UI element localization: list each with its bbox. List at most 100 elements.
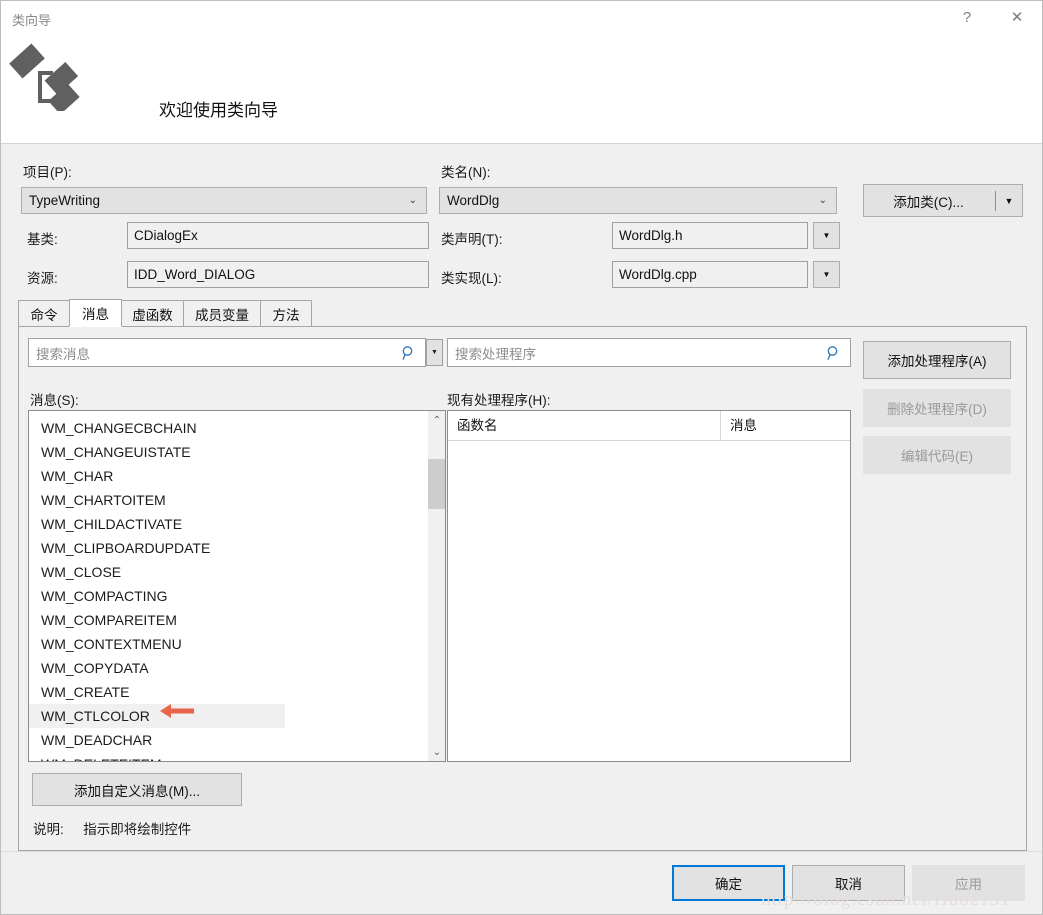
tab-label: 方法 [272,307,300,323]
column-header-message[interactable]: 消息 [720,411,850,440]
delete-handler-label: 删除处理程序(D) [887,402,987,417]
close-icon: ✕ [1010,9,1024,26]
delete-handler-button[interactable]: 删除处理程序(D) [863,389,1011,427]
add-handler-label: 添加处理程序(A) [887,354,987,369]
window-title: 类向导 [12,13,52,28]
class-name-value: WordDlg [447,193,500,208]
messages-list-items: WM_CHANGECBCHAIN WM_CHANGEUISTATE WM_CHA… [29,416,426,761]
apply-button[interactable]: 应用 [912,865,1025,901]
chevron-down-icon[interactable]: ▼ [996,196,1022,206]
scrollbar-thumb[interactable] [428,459,445,509]
class-implementation-dropdown[interactable]: ▼ [813,261,840,288]
tab-methods[interactable]: 方法 [260,300,312,327]
description-row: 说明: 指示即将绘制控件 [33,818,191,838]
messages-listbox[interactable]: WM_CHANGECBCHAIN WM_CHANGEUISTATE WM_CHA… [28,410,446,762]
chevron-down-icon: ▼ [822,231,831,240]
class-declaration-label: 类声明(T): [441,232,503,247]
list-item[interactable]: WM_CREATE [29,680,426,704]
add-class-button[interactable]: 添加类(C)... ▼ [863,184,1023,217]
list-item[interactable]: WM_CHANGEUISTATE [29,440,426,464]
list-item[interactable]: WM_CHILDACTIVATE [29,512,426,536]
class-implementation-value: WordDlg.cpp [619,267,697,282]
base-class-field[interactable]: CDialogEx [127,222,429,249]
class-declaration-dropdown[interactable]: ▼ [813,222,840,249]
class-declaration-field[interactable]: WordDlg.h [612,222,808,249]
handlers-grid-header: 函数名 消息 [448,411,850,441]
resource-label: 资源: [27,271,58,286]
search-icon[interactable] [401,345,417,361]
list-item[interactable]: WM_CLOSE [29,560,426,584]
search-messages-placeholder: 搜索消息 [36,346,90,362]
tab-label: 命令 [30,307,58,323]
close-button[interactable]: ✕ [994,1,1040,33]
tab-label: 虚函数 [132,307,173,323]
add-custom-message-label: 添加自定义消息(M)... [74,783,200,799]
tab-messages[interactable]: 消息 [69,299,122,327]
list-item[interactable]: WM_CHARTOITEM [29,488,426,512]
column-header-function-name[interactable]: 函数名 [448,411,720,440]
handlers-list-label: 现有处理程序(H): [447,393,551,408]
tab-member-variables[interactable]: 成员变量 [183,300,261,327]
add-handler-button[interactable]: 添加处理程序(A) [863,341,1011,379]
search-handlers-placeholder: 搜索处理程序 [455,346,536,362]
add-class-label: 添加类(C)... [893,194,964,210]
description-label: 说明: [33,822,64,837]
project-label: 项目(P): [23,165,72,180]
chevron-down-icon: ⌄ [818,194,827,206]
list-item[interactable]: WM_CLIPBOARDUPDATE [29,536,426,560]
class-wizard-icon [9,43,80,111]
search-messages-dropdown[interactable]: ▼ [426,339,443,366]
search-icon[interactable] [826,345,842,361]
chevron-down-icon: ▼ [822,270,831,279]
question-mark-icon: ? [962,8,972,26]
list-item[interactable]: WM_CHAR [29,464,426,488]
edit-code-button[interactable]: 编辑代码(E) [863,436,1011,474]
base-class-label: 基类: [27,232,58,247]
banner-title: 欢迎使用类向导 [159,101,278,120]
scroll-up-icon[interactable]: ⌃ [428,411,445,429]
help-button[interactable]: ? [944,1,990,33]
add-custom-message-button[interactable]: 添加自定义消息(M)... [32,773,242,806]
scroll-down-icon[interactable]: ⌄ [428,743,445,761]
class-declaration-value: WordDlg.h [619,228,683,243]
messages-list-label: 消息(S): [30,393,79,408]
ok-button[interactable]: 确定 [672,865,785,901]
messages-scrollbar[interactable]: ⌃ ⌄ [427,411,445,761]
list-item[interactable]: WM_DEADCHAR [29,728,426,752]
base-class-value: CDialogEx [134,228,198,243]
cancel-button[interactable]: 取消 [792,865,905,901]
resource-value: IDD_Word_DIALOG [134,267,256,282]
list-item[interactable]: WM_COPYDATA [29,656,426,680]
tab-label: 消息 [82,307,109,322]
list-item[interactable]: WM_COMPAREITEM [29,608,426,632]
handlers-listbox[interactable]: 函数名 消息 [447,410,851,762]
list-item[interactable]: WM_DELETEITEM [29,752,426,761]
edit-code-label: 编辑代码(E) [901,449,973,464]
list-item[interactable]: WM_CONTEXTMENU [29,632,426,656]
resource-field[interactable]: IDD_Word_DIALOG [127,261,429,288]
project-value: TypeWriting [29,193,101,208]
search-messages-input[interactable]: 搜索消息 [28,338,426,367]
search-handlers-input[interactable]: 搜索处理程序 [447,338,851,367]
class-name-combo[interactable]: WordDlg ⌄ [439,187,837,214]
class-name-label: 类名(N): [441,165,491,180]
list-item[interactable]: WM_COMPACTING [29,584,426,608]
tab-virtual-functions[interactable]: 虚函数 [121,300,184,327]
list-item-selected[interactable]: WM_CTLCOLOR [29,704,285,728]
cancel-label: 取消 [835,877,862,892]
class-wizard-dialog: 类向导 ? ✕ 欢迎使用类向导 项目(P): 类名(N): TypeWritin… [0,0,1043,915]
title-bar: 类向导 ? ✕ [1,1,1042,34]
chevron-down-icon: ⌄ [408,194,417,206]
ok-label: 确定 [715,877,742,892]
description-value: 指示即将绘制控件 [83,822,192,837]
class-info-form: 项目(P): 类名(N): TypeWriting ⌄ WordDlg ⌄ 添加… [1,145,1042,295]
banner: 欢迎使用类向导 [1,34,1042,144]
apply-label: 应用 [955,877,982,892]
project-combo[interactable]: TypeWriting ⌄ [21,187,427,214]
class-implementation-label: 类实现(L): [441,271,502,286]
chevron-down-icon: ▼ [431,349,438,356]
tab-commands[interactable]: 命令 [18,300,70,327]
tab-label: 成员变量 [195,307,249,323]
class-implementation-field[interactable]: WordDlg.cpp [612,261,808,288]
list-item[interactable]: WM_CHANGECBCHAIN [29,416,426,440]
